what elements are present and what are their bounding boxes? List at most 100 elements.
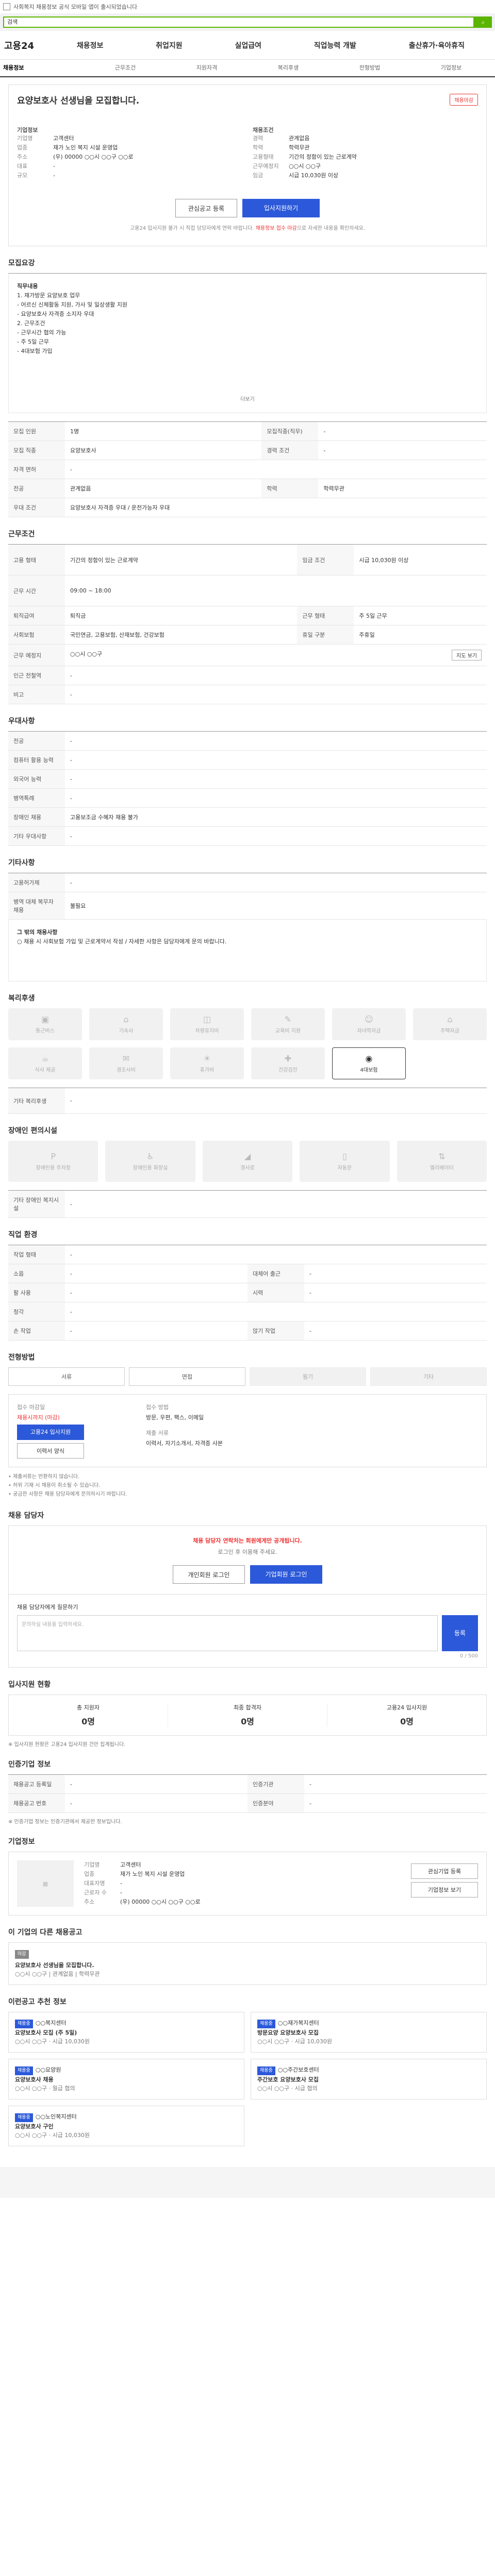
apply-stats: 총 지원자 0명 최종 합격자 0명 고용24 입사지원 0명 <box>8 1694 487 1736</box>
vacation-icon: ☀ 휴가비 <box>170 1047 244 1079</box>
company-box: ▦ 기업명 고객센터 업종 재가 노인 복지 시설 운영업 대표자명 - 근로자 수-… <box>8 1852 487 1916</box>
resume-form-button[interactable]: 이력서 양식 <box>17 1443 84 1459</box>
search-input[interactable]: 검색 <box>3 16 474 28</box>
certified-table: 채용공고 등록일 - 인증기관 - 채용공고 번호 - 인증분야 - <box>8 1774 487 1813</box>
recommend-cards: 채용중 ○○복지센터 요양보호사 모집 (주 5일) ○○시 ○○구 · 시급 10,… <box>8 2012 487 2146</box>
section-title-company: 기업정보 <box>8 1838 35 1846</box>
section-title-environment: 직업 환경 <box>8 1231 38 1239</box>
top-notice-bar: 사회복지 채용정보 공식 모바일 앱이 출시되었습니다 <box>0 0 495 13</box>
status-badge: 채용마감 <box>450 94 478 106</box>
tab-welfare[interactable]: 복리후생 <box>248 60 329 76</box>
recruit-table: 모집 인원 1명 모집직종(직무) - 모집 직종 요양보호사 경력 조건 - 자격 면허 -… <box>8 421 487 517</box>
etc-table: 고용허가제 - 병역 대체 복무자 채용 불필요 <box>8 873 487 920</box>
top-notice-text: 사회복지 채용정보 공식 모바일 앱이 출시되었습니다 <box>13 4 138 10</box>
tab-qualification[interactable]: 지원자격 <box>166 60 248 76</box>
section-title-etc: 기타사항 <box>8 859 35 867</box>
recommend-card[interactable]: 채용중 ○○주간보호센터 주간보호 요양보호사 모집 ○○시 ○○구 · 시급 협의 <box>251 2059 487 2099</box>
recommend-card[interactable]: 채용중 ○○노인복지센터 요양보호사 구인 ○○시 ○○구 · 시급 10,030원 <box>8 2106 244 2146</box>
deadline-text: 채용시까지 (마감) <box>17 1414 60 1421</box>
gnb-item-leave[interactable]: 출산휴가·육아휴직 <box>409 40 465 50</box>
section-title-status: 입사지원 현황 <box>8 1681 51 1689</box>
other-job-card[interactable]: 마감 요양보호사 선생님을 모집합니다. ○○시 ○○구 | 관계없음 | 학력… <box>8 1942 487 1985</box>
gnb-item-jobs[interactable]: 채용정보 <box>77 40 104 50</box>
apply-note: 고용24 입사지원 불가 시 직접 담당자에게 연락 바랍니다. 채용정보 접수… <box>129 226 366 231</box>
preference-table: 전공 - 컴퓨터 활용 능력 - 외국어 능력 - 병역특례 - 장애인 채용 고용보조금… <box>8 731 487 846</box>
follow-company-button[interactable]: 관심기업 등록 <box>411 1863 478 1879</box>
save-job-button[interactable]: 관심공고 등록 <box>175 199 237 217</box>
personal-login-button[interactable]: 개인회원 로그인 <box>173 1565 245 1584</box>
detail-tabs: 채용정보 근무조건 지원자격 복리후생 전형방법 기업정보 <box>0 60 495 77</box>
site-logo[interactable]: 고용24 <box>4 39 51 52</box>
door-icon: ▯ 자동문 <box>300 1141 390 1182</box>
manager-box: 채용 담당자 연락처는 회원에게만 공개됩니다. 로그인 후 이용해 주세요. … <box>8 1526 487 1595</box>
search-bar: 검색 ⌕ <box>0 13 495 31</box>
status-note: ※ 입사지원 현황은 고용24 입사지원 건만 집계됩니다. <box>8 1742 126 1748</box>
house-icon: ⌂ 주택자금 <box>413 1008 487 1040</box>
parking-icon: P 장애인용 주차장 <box>8 1141 98 1182</box>
company-label: 기업정보 <box>17 127 38 133</box>
process-flow: 서류 면접 필기 기타 <box>8 1367 487 1386</box>
dorm-icon: ⌂ 기숙사 <box>89 1008 163 1040</box>
more-button[interactable]: 더보기 <box>17 395 478 404</box>
company-logo-icon: ▦ <box>17 1860 74 1907</box>
etc-note: 그 밖의 채용사항 ○ 채용 시 사회보험 가입 및 근로계약서 작성 / 자세… <box>8 920 487 981</box>
apply-button[interactable]: 입사지원하기 <box>242 199 320 217</box>
company-info-button[interactable]: 기업정보 보기 <box>411 1882 478 1897</box>
accessibility-icons: P 장애인용 주차장 ♿ 장애인용 화장실 ◢ 경사로 ▯ 자동문 ⇅ 엘리베이터 <box>8 1141 487 1182</box>
section-title-welfare: 복리후생 <box>8 994 35 1003</box>
accessibility-etc-table: 기타 장애인 복지시설 - <box>8 1190 487 1218</box>
question-submit-button[interactable]: 등록 <box>442 1615 478 1651</box>
question-input[interactable]: 문의하실 내용을 입력하세요. <box>17 1615 438 1651</box>
company-login-button[interactable]: 기업회원 로그인 <box>250 1565 322 1584</box>
section-title-manager: 채용 담당자 <box>8 1512 44 1520</box>
apply-button-2[interactable]: 고용24 입사지원 <box>17 1425 84 1440</box>
recommend-card[interactable]: 채용중 ○○재가복지센터 방문요양 요양보호사 모집 ○○시 ○○구 · 시급 10,… <box>251 2012 487 2053</box>
search-icon[interactable]: ⌕ <box>474 16 492 28</box>
bus-icon: ▣ 통근버스 <box>8 1008 82 1040</box>
education-icon: ✎ 교육비 지원 <box>251 1008 325 1040</box>
section-title-certified: 인증기업 정보 <box>8 1760 51 1769</box>
char-counter: 0 / 500 <box>459 1653 478 1659</box>
section-title-accessibility: 장애인 편의시설 <box>8 1127 58 1135</box>
recommend-card[interactable]: 채용중 ○○복지센터 요양보호사 모집 (주 5일) ○○시 ○○구 · 시급 10,… <box>8 2012 244 2053</box>
section-title-recruit: 모집요강 <box>8 259 35 267</box>
certified-note: ※ 인증기업 정보는 인증기관에서 제공한 정보입니다. <box>8 1819 122 1825</box>
job-header: 요양보호사 선생님을 모집합니다. 채용마감 기업정보 기업명 고객센터 업종 재가 … <box>8 84 487 246</box>
conditions-table: 고용 형태 기간의 정함이 있는 근로계약 임금 조건 시급 10,030원 이상 근… <box>8 544 487 704</box>
insurance-icon: ◉ 4대보험 <box>332 1047 406 1079</box>
step-document: 서류 <box>8 1367 125 1386</box>
section-title-other-jobs: 이 기업의 다른 채용공고 <box>8 1928 82 1937</box>
apply-info: 접수 마감일 채용시까지 (마감) 고용24 입사지원 이력서 양식 접수 방법… <box>8 1394 487 1467</box>
footer <box>0 2167 495 2198</box>
global-nav: 고용24 채용정보 취업지원 실업급여 직업능력 개발 출산휴가·육아휴직 <box>0 31 495 60</box>
question-box: 채용 담당자에게 질문하기 문의하실 내용을 입력하세요. 등록 0 / 500 <box>8 1595 487 1668</box>
section-title-preference: 우대사항 <box>8 717 35 725</box>
gift-icon: ✉ 경조사비 <box>89 1047 163 1079</box>
health-icon: ✚ 건강검진 <box>251 1047 325 1079</box>
car-icon: ◫ 차량유지비 <box>170 1008 244 1040</box>
conditions-label: 채용조건 <box>253 127 274 133</box>
recommend-card[interactable]: 채용중 ○○요양원 요양보호사 채용 ○○시 ○○구 · 월급 협의 <box>8 2059 244 2099</box>
tab-conditions[interactable]: 근무조건 <box>85 60 166 76</box>
child-icon: ☺ 자녀학자금 <box>332 1008 406 1040</box>
step-written: 필기 <box>250 1367 366 1386</box>
section-title-recommend: 이런공고 추천 정보 <box>8 1998 67 2006</box>
app-icon <box>3 3 10 10</box>
gnb-item-benefit[interactable]: 실업급여 <box>235 40 261 50</box>
step-other: 기타 <box>370 1367 487 1386</box>
environment-table: 작업 형태 - 소음 - 대체어 출근 - 팔 사용 - 시력 - 청각 - 손 작업 - 앉기 작… <box>8 1245 487 1341</box>
section-title-process: 전형방법 <box>8 1353 35 1362</box>
map-button[interactable]: 지도 보기 <box>452 650 482 660</box>
tab-process[interactable]: 전형방법 <box>329 60 410 76</box>
gnb-item-training[interactable]: 직업능력 개발 <box>314 40 356 50</box>
gnb-item-support[interactable]: 취업지원 <box>156 40 183 50</box>
company-name[interactable]: 고객센터 <box>53 134 74 143</box>
ramp-icon: ◢ 경사로 <box>202 1141 293 1182</box>
meal-icon: ☕ 식사 제공 <box>8 1047 82 1079</box>
restroom-icon: ♿ 장애인용 화장실 <box>105 1141 195 1182</box>
tab-info[interactable]: 채용정보 <box>3 60 85 76</box>
job-title: 요양보호사 선생님을 모집합니다. <box>17 96 140 106</box>
recruit-detail: 직무내용 1. 재가방문 요양보호 업무 - 어르신 신체활동 지원, 가사 및… <box>8 273 487 413</box>
tab-company[interactable]: 기업정보 <box>410 60 492 76</box>
process-notes: • 제출서류는 반환하지 않습니다. • 허위 기재 시 채용이 취소될 수 있습… <box>8 1474 127 1497</box>
